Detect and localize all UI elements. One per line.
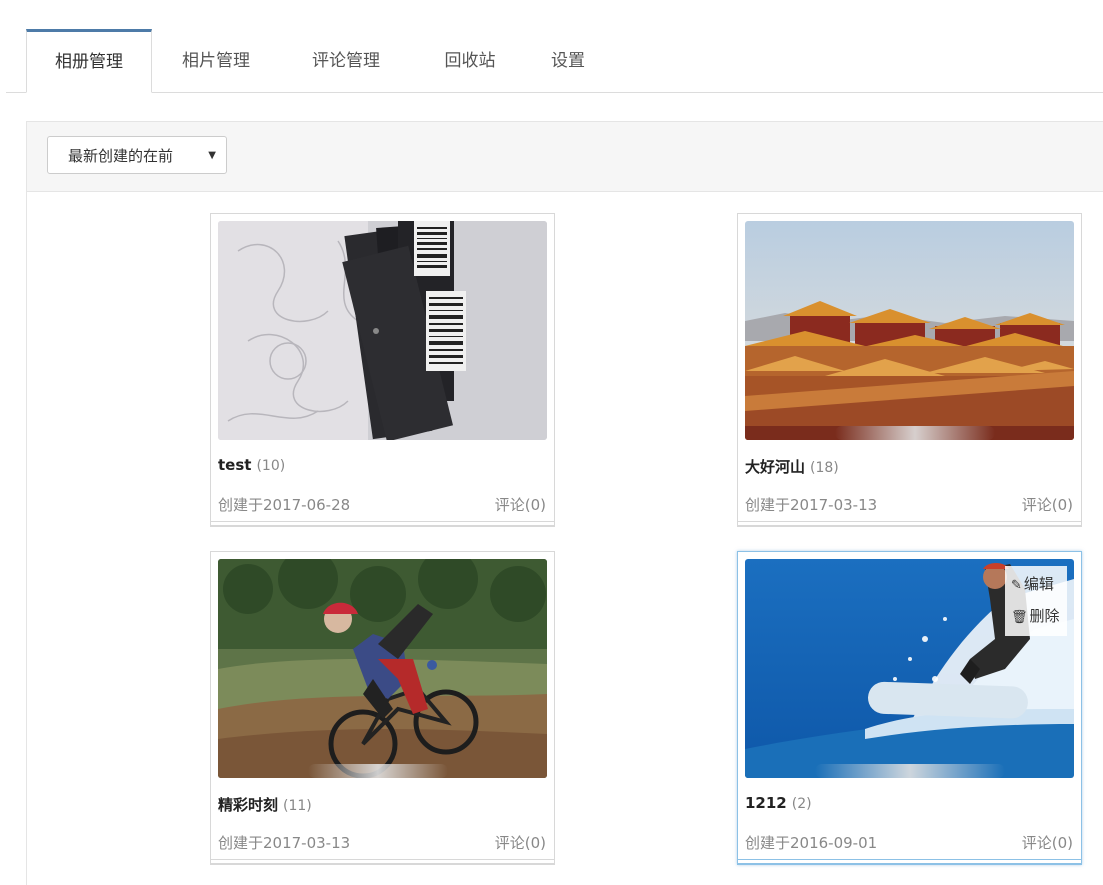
album-name: 1212 — [745, 794, 787, 812]
tab-label: 相册管理 — [55, 52, 123, 72]
card-divider — [738, 863, 1081, 864]
trash-icon: 🗑 — [1011, 610, 1028, 625]
album-title[interactable]: 大好河山 (18) — [745, 456, 839, 477]
edit-label: 编辑 — [1023, 575, 1054, 593]
created-date: 创建于2017-03-13 — [745, 496, 878, 514]
album-card[interactable]: ✎ 编辑 🗑 删除 1212 (2) 创建于2016-09-01 评论(0) — [737, 551, 1082, 865]
album-title[interactable]: 1212 (2) — [745, 794, 812, 812]
photo-count: (18) — [810, 460, 839, 476]
card-divider — [738, 521, 1081, 522]
card-divider — [211, 521, 554, 522]
album-card[interactable]: test (10) 创建于2017-06-28 评论(0) — [210, 213, 555, 527]
delete-label: 删除 — [1029, 607, 1060, 625]
album-title[interactable]: 精彩时刻 (11) — [218, 794, 312, 815]
comments-link[interactable]: 评论(0) — [495, 832, 546, 853]
delete-button[interactable]: 🗑 删除 — [1011, 604, 1060, 628]
card-divider — [738, 859, 1081, 860]
comments-link[interactable]: 评论(0) — [1022, 832, 1073, 853]
tab-label: 相片管理 — [182, 51, 250, 71]
photo-count: (10) — [256, 458, 286, 474]
album-cover-photo[interactable]: ✎ 编辑 🗑 删除 — [745, 559, 1074, 778]
album-cover-photo[interactable] — [218, 221, 547, 440]
watermark-blur — [835, 426, 995, 440]
card-divider — [738, 525, 1081, 526]
album-card[interactable]: 精彩时刻 (11) 创建于2017-03-13 评论(0) — [210, 551, 555, 865]
tab-recycle-bin[interactable]: 回收站 — [428, 29, 512, 91]
tab-label: 设置 — [551, 51, 585, 71]
edit-button[interactable]: ✎ 编辑 — [1011, 572, 1054, 596]
album-card[interactable]: 大好河山 (18) 创建于2017-03-13 评论(0) — [737, 213, 1082, 527]
tab-photo-management[interactable]: 相片管理 — [166, 29, 266, 91]
watermark-blur — [308, 764, 448, 778]
album-name: test — [218, 456, 252, 474]
album-title[interactable]: test (10) — [218, 456, 285, 474]
sort-select[interactable]: 最新创建的在前 ▼ — [47, 136, 227, 174]
created-date: 创建于2017-03-13 — [218, 834, 351, 852]
card-divider — [211, 863, 554, 864]
photo-count: (2) — [791, 796, 812, 812]
pencil-icon: ✎ — [1011, 578, 1022, 593]
card-divider — [211, 859, 554, 860]
tab-settings[interactable]: 设置 — [536, 29, 600, 91]
tab-bar: 相册管理 相片管理 评论管理 回收站 设置 — [6, 29, 1103, 93]
tab-label: 回收站 — [444, 51, 496, 71]
created-date: 创建于2016-09-01 — [745, 834, 878, 852]
album-cover-photo[interactable] — [745, 221, 1074, 440]
watermark-blur — [815, 764, 1005, 778]
album-cover-photo[interactable] — [218, 559, 547, 778]
sort-bar: 最新创建的在前 ▼ — [27, 122, 1103, 192]
comments-link[interactable]: 评论(0) — [1022, 494, 1073, 515]
card-divider — [211, 525, 554, 526]
photo-count: (11) — [283, 798, 312, 814]
tab-comment-management[interactable]: 评论管理 — [296, 29, 396, 91]
album-name: 精彩时刻 — [218, 796, 279, 814]
tab-album-management[interactable]: 相册管理 — [26, 29, 152, 93]
album-name: 大好河山 — [745, 458, 806, 476]
comments-link[interactable]: 评论(0) — [495, 494, 546, 515]
album-actions: ✎ 编辑 🗑 删除 — [1005, 566, 1067, 636]
sort-selected-value: 最新创建的在前 — [68, 147, 174, 165]
tab-label: 评论管理 — [312, 51, 380, 71]
chevron-down-icon: ▼ — [208, 150, 216, 161]
created-date: 创建于2017-06-28 — [218, 496, 351, 514]
